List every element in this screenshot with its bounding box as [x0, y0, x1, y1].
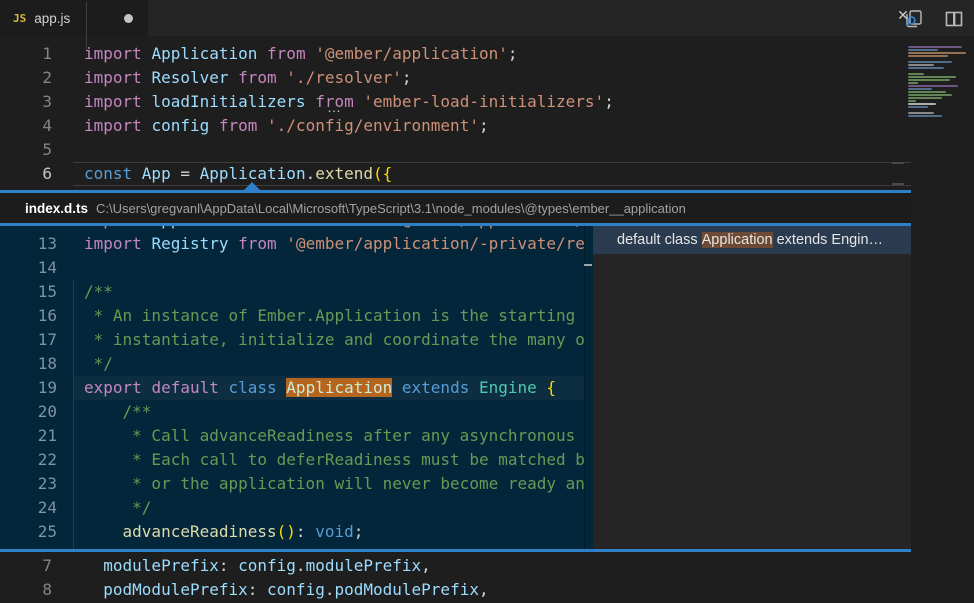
minimap-line	[908, 94, 952, 96]
line-number: 3	[0, 90, 52, 114]
line-number: 5	[0, 138, 52, 162]
minimap-line	[908, 61, 952, 63]
vscode-editor-window: JS app.js 1import Application fro	[0, 0, 974, 603]
minimap-line	[908, 88, 932, 90]
inline-hint-dots: …	[327, 99, 342, 115]
minimap-line	[908, 64, 934, 66]
line-number: 1	[0, 42, 52, 66]
peek-results-panel: default class Application extends Engin…	[593, 226, 911, 549]
scrollbar-decoration	[892, 162, 904, 164]
line-number: 23	[0, 472, 57, 496]
peek-anchor-arrow-icon	[244, 182, 260, 190]
minimap-line	[908, 49, 938, 51]
peek-scrollbar[interactable]	[584, 226, 585, 549]
editor-lines-bottom[interactable]: 7 modulePrefix: config.modulePrefix,8 po…	[0, 552, 911, 603]
code-line: 20 /**	[0, 400, 584, 424]
code-line: 13import Registry from '@ember/applicati…	[0, 232, 584, 256]
minimap-line	[908, 112, 934, 114]
code-line: 3import loadInitializers from 'ember-loa…	[0, 90, 911, 114]
minimap-line	[908, 67, 944, 69]
result-text-pre: default class	[617, 232, 702, 248]
javascript-file-icon: JS	[13, 12, 26, 25]
code-line: 19export default class Application exten…	[0, 376, 584, 400]
close-icon[interactable]: ✕	[890, 0, 916, 30]
code-line: 5	[0, 138, 911, 162]
result-match-highlight: Application	[702, 232, 773, 248]
code-line: 2import Resolver from './resolver';	[0, 66, 911, 90]
line-number: 17	[0, 328, 57, 352]
line-number: 4	[0, 114, 52, 138]
minimap[interactable]	[905, 42, 971, 134]
minimap-line	[908, 55, 948, 57]
indent-guide	[73, 280, 74, 549]
line-number: 14	[0, 256, 57, 280]
minimap-line	[908, 91, 946, 93]
code-line: 1import Application from '@ember/applica…	[0, 42, 911, 66]
code-line: 15/**	[0, 280, 584, 304]
line-number: 6	[0, 162, 52, 186]
minimap-line	[908, 103, 936, 105]
line-number: 16	[0, 304, 57, 328]
minimap-line	[908, 82, 918, 84]
split-editor-icon[interactable]	[942, 7, 966, 31]
code-line: 7 modulePrefix: config.modulePrefix,	[0, 554, 911, 578]
minimap-line	[908, 106, 928, 108]
tab-label: app.js	[34, 11, 70, 26]
reference-list-item[interactable]: default class Application extends Engin…	[593, 226, 911, 254]
result-text-post: extends Engin…	[773, 232, 883, 248]
line-number: 21	[0, 424, 57, 448]
scrollbar-decoration	[892, 183, 904, 185]
line-number: 8	[0, 578, 52, 602]
minimap-line	[908, 73, 924, 75]
code-line: 16 * An instance of Ember.Application is…	[0, 304, 584, 328]
code-line: 8 podModulePrefix: config.podModulePrefi…	[0, 578, 911, 602]
peek-file-title: index.d.ts	[25, 201, 88, 216]
minimap-line	[908, 79, 950, 81]
line-number: 24	[0, 496, 57, 520]
line-number: 13	[0, 232, 57, 256]
line-number: 22	[0, 448, 57, 472]
code-line: 4import config from './config/environmen…	[0, 114, 911, 138]
minimap-line	[908, 100, 916, 102]
code-line: 18 */	[0, 352, 584, 376]
minimap-line	[908, 97, 942, 99]
unsaved-changes-dot-icon[interactable]	[124, 14, 133, 23]
code-line: 21 * Call advanceReadiness after any asy…	[0, 424, 584, 448]
tab-bar: JS app.js	[0, 0, 974, 36]
peek-file-path: C:\Users\gregvanl\AppData\Local\Microsof…	[96, 201, 686, 216]
minimap-line	[908, 46, 962, 48]
peek-header[interactable]: index.d.ts C:\Users\gregvanl\AppData\Loc…	[0, 193, 911, 223]
line-number: 19	[0, 376, 57, 400]
scrollbar-match-mark	[584, 264, 592, 266]
code-line: 23 * or the application will never becom…	[0, 472, 584, 496]
code-line: 25 advanceReadiness(): void;	[0, 520, 584, 544]
line-number: 2	[0, 66, 52, 90]
code-line: 6const App = Application.extend({	[0, 162, 911, 186]
code-line: 14	[0, 256, 584, 280]
line-number: 20	[0, 400, 57, 424]
code-line: 17 * instantiate, initialize and coordin…	[0, 328, 584, 352]
minimap-line	[908, 52, 966, 54]
peek-editor[interactable]: import ApplicationInstance from '@ember/…	[0, 226, 593, 549]
line-number: 7	[0, 554, 52, 578]
editor-lines-top[interactable]: 1import Application from '@ember/applica…	[0, 36, 911, 190]
code-line: 22 * Each call to deferReadiness must be…	[0, 448, 584, 472]
minimap-line	[908, 76, 956, 78]
minimap-line	[908, 85, 958, 87]
line-number: 25	[0, 520, 57, 544]
indent-guide	[86, 2, 87, 50]
line-number: 18	[0, 352, 57, 376]
code-line: 24 */	[0, 496, 584, 520]
minimap-line	[908, 115, 942, 117]
line-number: 15	[0, 280, 57, 304]
tab-app-js[interactable]: JS app.js	[0, 0, 148, 36]
